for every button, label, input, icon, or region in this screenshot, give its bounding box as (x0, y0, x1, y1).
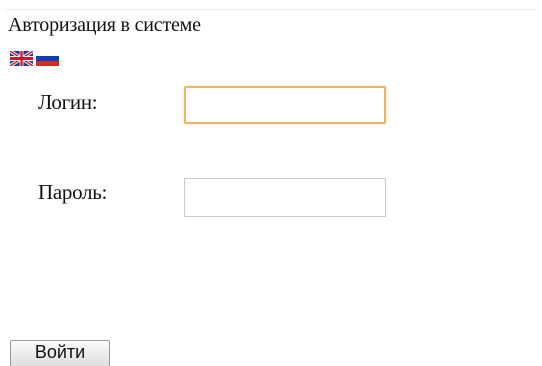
login-button[interactable]: Войти (10, 340, 110, 366)
password-input[interactable] (184, 178, 386, 217)
page-title: Авторизация в системе (8, 14, 201, 36)
password-label: Пароль: (38, 180, 108, 204)
uk-flag-icon[interactable] (10, 51, 33, 66)
russia-flag-icon[interactable] (36, 51, 59, 66)
login-input[interactable] (184, 86, 386, 124)
login-label: Логин: (38, 90, 98, 114)
language-switcher (10, 51, 59, 66)
top-divider (6, 9, 536, 10)
